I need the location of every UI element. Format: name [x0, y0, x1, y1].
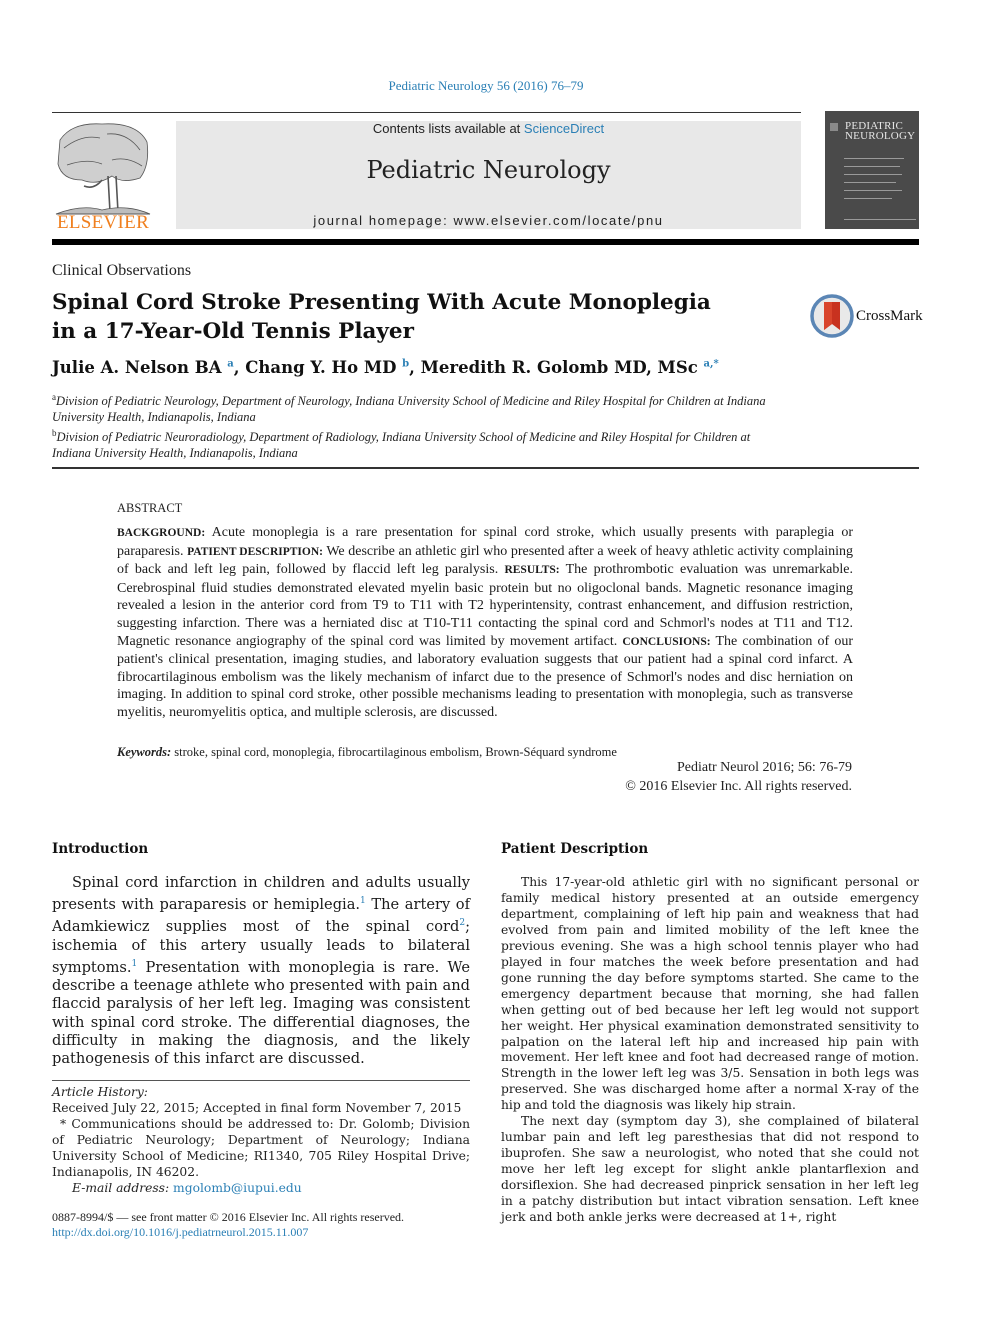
cover-title-line2: NEUROLOGY — [845, 130, 916, 142]
affiliation-text: Division of Pediatric Neuroradiology, De… — [52, 430, 751, 461]
keywords: Keywords: stroke, spinal cord, monoplegi… — [117, 745, 853, 760]
cover-logo-icon — [830, 123, 838, 131]
crossmark-label[interactable]: CrossMark — [856, 308, 923, 325]
email-label: E-mail address: — [72, 1181, 170, 1195]
cover-text-line — [844, 166, 900, 167]
keywords-label: Keywords: — [117, 745, 172, 759]
history-label: Article History: — [52, 1085, 148, 1099]
crossmark-icon[interactable] — [810, 294, 854, 338]
cover-text-line — [844, 182, 896, 183]
author-name[interactable]: Chang Y. Ho MD — [245, 358, 396, 377]
abstract-section-head: CONCLUSIONS: — [622, 635, 711, 648]
abstract-section-head: BACKGROUND: — [117, 527, 206, 539]
affiliation-text: Division of Pediatric Neurology, Departm… — [52, 394, 766, 425]
article-title-line1: Spinal Cord Stroke Presenting With Acute… — [52, 290, 711, 315]
sciencedirect-link[interactable]: ScienceDirect — [524, 121, 604, 136]
issn-line: 0887-8994/$ — see front matter © 2016 El… — [52, 1210, 405, 1224]
doi-link[interactable]: http://dx.doi.org/10.1016/j.pediatrneuro… — [52, 1225, 308, 1239]
journal-citation-link[interactable]: Pediatric Neurology 56 (2016) 76–79 — [0, 78, 972, 94]
affiliations: aDivision of Pediatric Neurology, Depart… — [52, 389, 792, 461]
journal-homepage[interactable]: journal homepage: www.elsevier.com/locat… — [176, 213, 801, 228]
paragraph: The next day (symptom day 3), she compla… — [501, 1114, 919, 1225]
author-name[interactable]: Meredith R. Golomb MD, MSc — [421, 358, 698, 377]
cover-text-line — [844, 174, 902, 175]
abstract-section-head: PATIENT DESCRIPTION: — [187, 545, 323, 558]
article-title-line2: in a 17-Year-Old Tennis Player — [52, 319, 414, 344]
introduction-heading: Introduction — [52, 841, 149, 857]
abstract-body: BACKGROUND: Acute monoplegia is a rare p… — [117, 524, 853, 722]
contents-line: Contents lists available at ScienceDirec… — [176, 121, 801, 136]
abstract-heading: ABSTRACT — [117, 501, 183, 515]
footnote-rule — [52, 1080, 470, 1081]
journal-title: Pediatric Neurology — [366, 156, 611, 184]
affiliation-marker[interactable]: b — [402, 359, 409, 370]
cover-title: PEDIATRIC NEUROLOGY — [845, 121, 916, 142]
header-rule — [52, 112, 801, 113]
email-link[interactable]: mgolomb@iupui.edu — [173, 1181, 302, 1195]
affiliation-rule — [52, 467, 919, 469]
paragraph: This 17-year-old athletic girl with no s… — [501, 875, 919, 1113]
email-line: E-mail address: mgolomb@iupui.edu — [52, 1180, 470, 1196]
cover-text-line — [844, 190, 902, 191]
affiliation-item: bDivision of Pediatric Neuroradiology, D… — [52, 425, 792, 461]
history-dates: Received July 22, 2015; Accepted in fina… — [52, 1101, 462, 1115]
patient-description-heading: Patient Description — [501, 841, 649, 857]
article-section-label: Clinical Observations — [52, 262, 192, 279]
keywords-list: stroke, spinal cord, monoplegia, fibroca… — [171, 745, 617, 759]
correspondence-note: * Communications should be addressed to:… — [52, 1117, 470, 1179]
contents-prefix: Contents lists available at — [372, 121, 524, 136]
page-footer: 0887-8994/$ — see front matter © 2016 El… — [52, 1210, 470, 1240]
patient-description-body: This 17-year-old athletic girl with no s… — [501, 875, 919, 1226]
affiliation-marker[interactable]: a — [227, 359, 233, 370]
abstract-section-head: RESULTS: — [504, 564, 560, 577]
elsevier-wordmark: ELSEVIER — [56, 212, 150, 233]
header-thick-rule — [52, 239, 919, 245]
introduction-body: Spinal cord infarction in children and a… — [52, 874, 470, 1069]
article-history: Article History: Received July 22, 2015;… — [52, 1084, 470, 1196]
cover-text-line — [844, 158, 904, 159]
copyright-line: © 2016 Elsevier Inc. All rights reserved… — [625, 779, 852, 794]
cover-text-line — [844, 198, 892, 199]
cover-text-line — [844, 219, 916, 220]
affiliation-item: aDivision of Pediatric Neurology, Depart… — [52, 389, 792, 425]
citation-line: Pediatr Neurol 2016; 56: 76-79 — [677, 760, 852, 775]
article-title: Spinal Cord Stroke Presenting With Acute… — [52, 288, 772, 346]
author-name[interactable]: Julie A. Nelson BA — [52, 358, 222, 377]
author-list: Julie A. Nelson BA a, Chang Y. Ho MD b, … — [52, 358, 719, 377]
affiliation-marker[interactable]: a,* — [704, 359, 719, 370]
